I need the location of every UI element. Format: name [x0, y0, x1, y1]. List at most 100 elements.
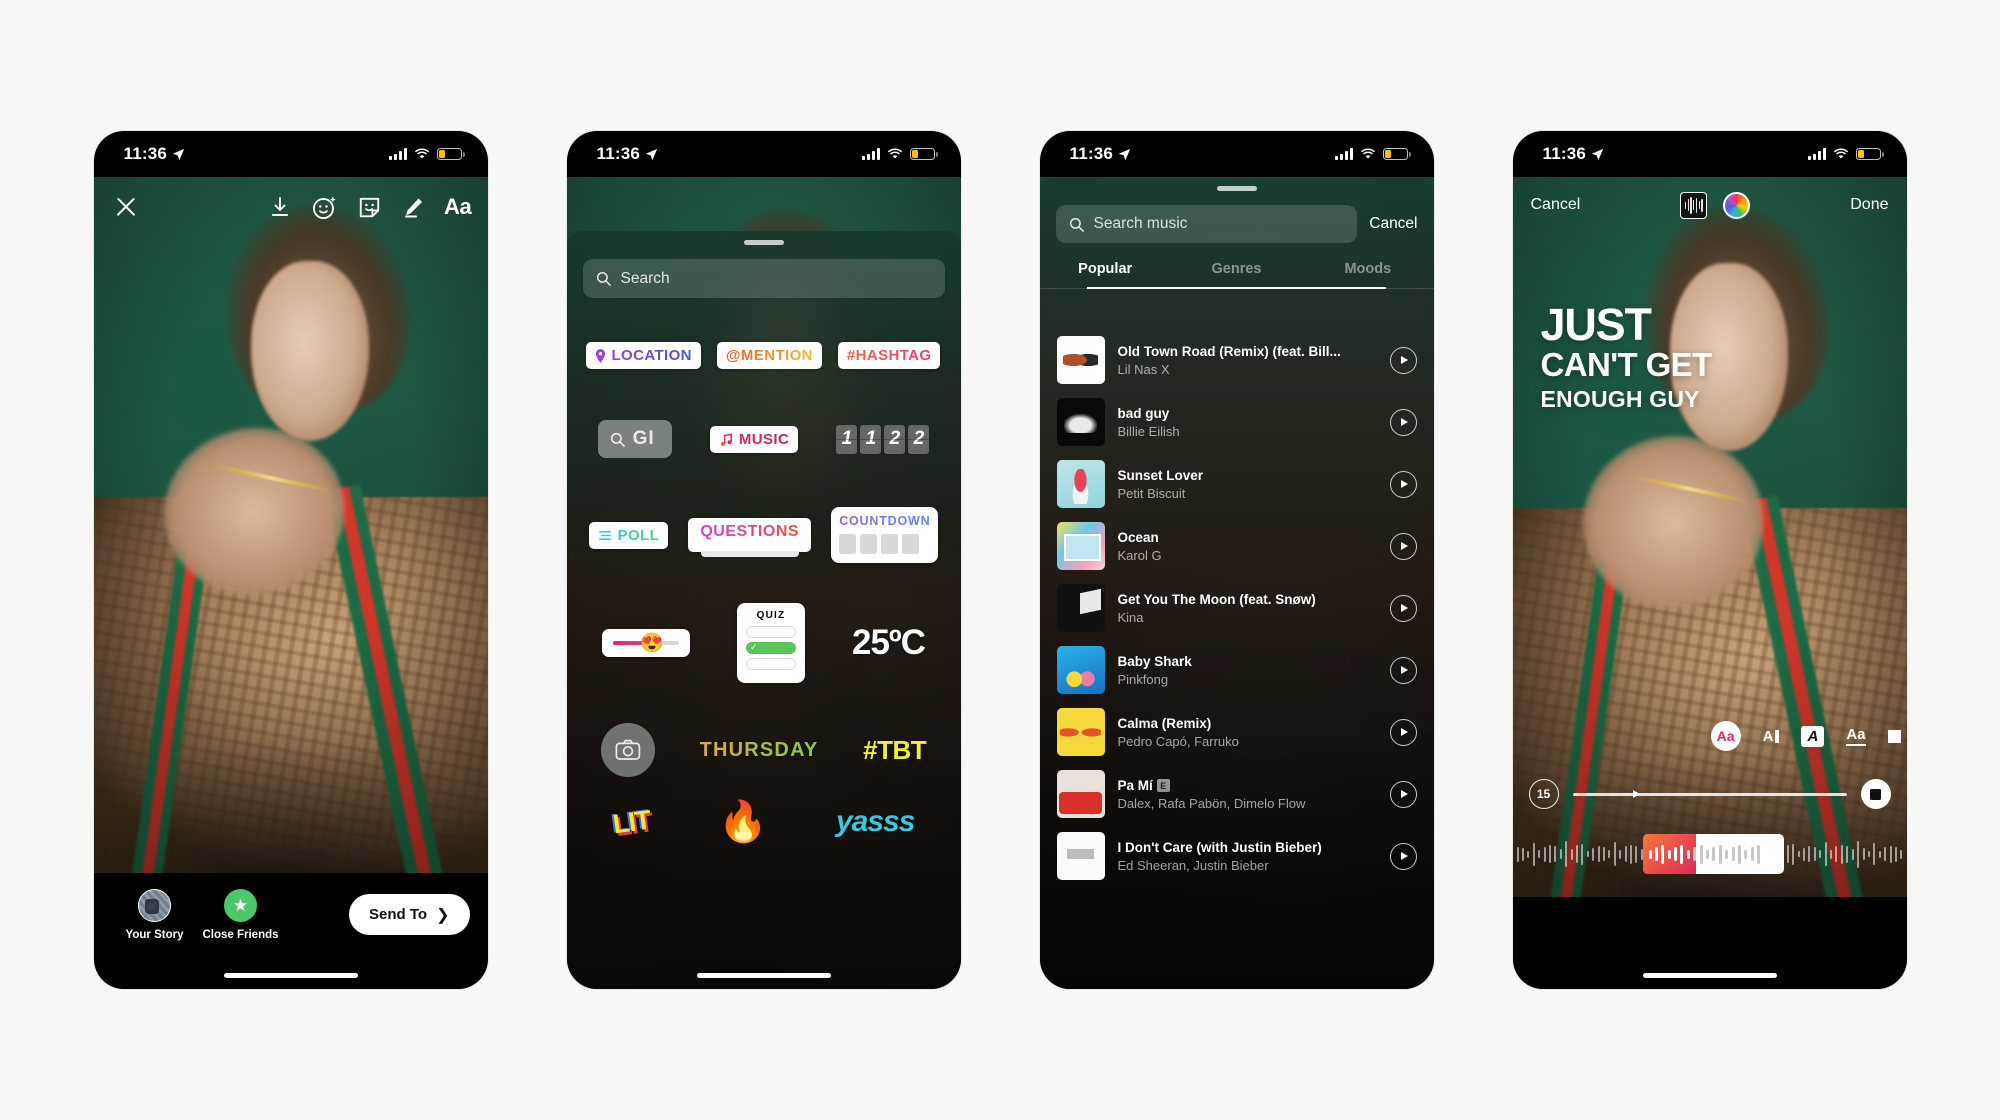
pen-icon[interactable] [401, 195, 425, 219]
waveform-scrubber[interactable] [1513, 831, 1907, 877]
sticker-temperature[interactable]: 25ºC [852, 623, 926, 663]
sticker-music[interactable]: MUSIC [709, 425, 799, 453]
quiz-option [746, 626, 796, 638]
pin-icon [596, 348, 606, 363]
waveform-bar [1527, 850, 1530, 858]
status-bar-3: 11:36 [1040, 131, 1434, 177]
duration-badge[interactable]: 15 [1528, 779, 1559, 809]
waveform-bar [1635, 845, 1638, 863]
waveform-bar-selected [1718, 844, 1722, 864]
album-art [1056, 646, 1105, 694]
play-icon[interactable] [1389, 470, 1417, 498]
play-icon[interactable] [1389, 780, 1417, 808]
waveform-bar [1630, 844, 1633, 864]
download-icon[interactable] [268, 195, 292, 219]
track-row[interactable]: Sunset Lover Petit Biscuit [1040, 453, 1434, 515]
waveform-bar [1538, 850, 1541, 858]
track-row[interactable]: Pa Mí E Dalex, Rafa Pabön, Dimelo Flow [1040, 763, 1434, 825]
home-indicator [223, 973, 358, 978]
font-typewriter-button[interactable]: Aa [1846, 726, 1866, 746]
sticker-countdown[interactable]: COUNTDOWN [831, 507, 939, 563]
sticker-gif-label: GI [632, 428, 655, 449]
sticker-emoji-slider[interactable]: 😍 [602, 629, 690, 657]
waveform-selection[interactable] [1642, 834, 1785, 874]
sticker-search-placeholder: Search [620, 269, 670, 287]
play-icon[interactable] [1389, 408, 1417, 436]
your-story-button[interactable]: Your Story [112, 889, 198, 941]
close-friends-button[interactable]: ★ Close Friends [198, 889, 284, 941]
lyrics-line-3: ENOUGH GUY [1540, 385, 1700, 412]
track-info: Sunset Lover Petit Biscuit [1118, 468, 1377, 501]
done-button[interactable]: Done [1850, 196, 1888, 214]
play-icon[interactable] [1389, 842, 1417, 870]
text-aa-icon[interactable]: Aa [444, 194, 472, 220]
lyrics-overlay[interactable]: JUST CAN'T GET ENOUGH GUY [1540, 302, 1713, 413]
sticker-camera[interactable] [600, 723, 655, 777]
tab-genres[interactable]: Genres [1171, 261, 1302, 289]
sticker-hashtag[interactable]: #HASHTAG [837, 342, 941, 369]
color-wheel-icon[interactable] [1723, 191, 1751, 219]
send-to-button[interactable]: Send To ❯ [349, 894, 470, 935]
sheet-grabber[interactable] [1216, 186, 1257, 191]
track-artist: Ed Sheeran, Justin Bieber [1117, 857, 1269, 873]
sparkle-face-icon[interactable] [311, 194, 338, 221]
sticker-countdown-clock[interactable]: 1 1 2 2 [836, 424, 930, 454]
cancel-button[interactable]: Cancel [1369, 215, 1417, 233]
track-row[interactable]: Ocean Karol G [1040, 515, 1434, 577]
track-artist: Dalex, Rafa Pabön, Dimelo Flow [1117, 795, 1306, 811]
waveform-bar [1894, 846, 1897, 862]
sticker-search-input[interactable]: Search [582, 259, 945, 298]
font-neon-button[interactable]: A [1801, 725, 1825, 747]
track-row[interactable]: bad guy Billie Eilish [1040, 391, 1434, 453]
font-strong-button[interactable] [1887, 729, 1901, 743]
tab-popular[interactable]: Popular [1040, 261, 1171, 289]
stop-icon[interactable] [1860, 779, 1891, 809]
clock-digit: 2 [908, 424, 930, 454]
music-search-input[interactable]: Search music [1055, 205, 1358, 243]
play-icon[interactable] [1389, 594, 1417, 622]
close-icon[interactable] [112, 193, 140, 221]
status-time: 11:36 [124, 144, 186, 164]
track-list[interactable]: Old Town Road (Remix) (feat. Bill... Lil … [1040, 329, 1434, 989]
sticker-weekday[interactable]: THURSDAY [700, 739, 819, 762]
waveform-bar [1851, 848, 1854, 860]
explicit-badge: E [1156, 779, 1170, 792]
sticker-questions[interactable]: QUESTIONS [688, 518, 812, 557]
track-artist: Kina [1117, 609, 1144, 625]
track-title: I Don't Care (with Justin Bieber) [1117, 839, 1322, 855]
track-artist: Petit Biscuit [1117, 485, 1186, 501]
play-icon[interactable] [1389, 532, 1417, 560]
track-row[interactable]: Baby Shark Pinkfong [1040, 639, 1434, 701]
album-art [1056, 708, 1105, 756]
waveform-bar-selected [1674, 847, 1678, 861]
sticker-poll[interactable]: POLL [588, 521, 669, 549]
play-icon[interactable] [1389, 346, 1417, 374]
track-row[interactable]: Get You The Moon (feat. Snøw) Kina [1040, 577, 1434, 639]
waveform-thumbnail-icon[interactable] [1680, 191, 1708, 219]
waveform-bar [1624, 846, 1627, 862]
sticker-gif-fire[interactable]: 🔥 [718, 802, 768, 842]
cancel-button[interactable]: Cancel [1531, 196, 1581, 214]
sticker-mention[interactable]: @MENTION [716, 342, 822, 369]
sticker-tbt[interactable]: #TBT [863, 735, 927, 766]
sticker-gif-yass[interactable]: yasss [836, 805, 915, 839]
sheet-grabber[interactable] [743, 240, 784, 245]
sticker-row-6: LIT 🔥 yasss [567, 802, 961, 842]
play-icon[interactable] [1389, 656, 1417, 684]
play-icon[interactable] [1389, 718, 1417, 746]
track-row[interactable]: Old Town Road (Remix) (feat. Bill... Lil … [1040, 329, 1434, 391]
star-icon: ★ [224, 889, 257, 922]
sticker-gif[interactable]: GI [597, 420, 672, 458]
waveform-bar [1846, 845, 1849, 863]
font-modern-button[interactable]: A [1763, 728, 1780, 745]
sticker-gif-lit[interactable]: LIT [611, 804, 652, 840]
tab-moods[interactable]: Moods [1302, 261, 1433, 289]
track-row[interactable]: I Don't Care (with Justin Bieber) Ed Shee… [1040, 825, 1434, 887]
sticker-quiz[interactable]: QUIZ [737, 603, 805, 683]
sticker-face-icon[interactable] [357, 195, 382, 220]
playback-track[interactable] [1572, 792, 1847, 796]
font-classic-button[interactable]: Aa [1710, 721, 1741, 751]
track-title: Pa Mí E [1118, 778, 1377, 793]
track-row[interactable]: Calma (Remix) Pedro Capó, Farruko [1040, 701, 1434, 763]
sticker-location[interactable]: LOCATION [586, 342, 701, 369]
